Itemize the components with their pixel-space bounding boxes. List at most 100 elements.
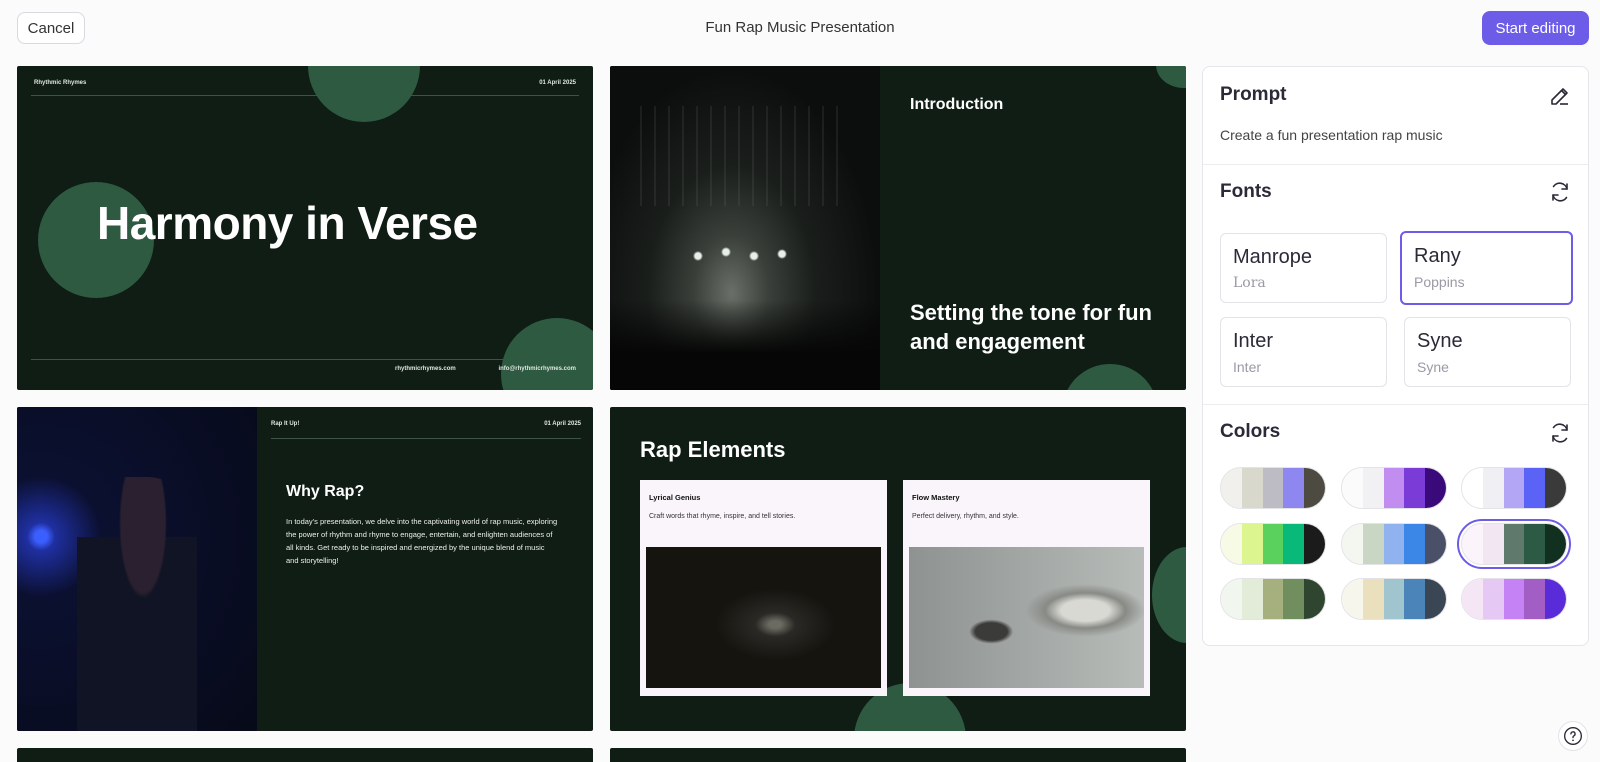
concert-photo bbox=[610, 66, 880, 390]
color-swatch bbox=[1262, 468, 1284, 508]
color-swatch bbox=[1304, 524, 1325, 564]
slide-subheading: Setting the tone for fun and engagement bbox=[910, 300, 1152, 354]
color-swatch bbox=[1342, 524, 1363, 564]
prompt-text: Create a fun presentation rap music bbox=[1220, 127, 1443, 143]
color-swatch bbox=[1241, 468, 1263, 508]
font-heading-name: Syne bbox=[1417, 330, 1463, 352]
color-swatch bbox=[1404, 468, 1426, 508]
font-option-rany[interactable]: Rany Poppins bbox=[1400, 231, 1573, 305]
color-palette-option[interactable] bbox=[1220, 523, 1326, 565]
color-swatch bbox=[1362, 579, 1384, 619]
color-swatch bbox=[1462, 524, 1483, 564]
decorative-circle bbox=[501, 318, 593, 390]
color-swatch bbox=[1482, 468, 1504, 508]
rapper-photo bbox=[17, 407, 257, 731]
color-swatch bbox=[1545, 524, 1566, 564]
color-swatch bbox=[1425, 468, 1446, 508]
color-palette-option[interactable] bbox=[1220, 578, 1326, 620]
color-palette-option[interactable] bbox=[1341, 467, 1447, 509]
card-description: Craft words that rhyme, inspire, and tel… bbox=[649, 513, 796, 520]
decorative-circle bbox=[308, 66, 420, 122]
decorative-circle bbox=[1152, 547, 1186, 643]
color-swatch bbox=[1462, 468, 1483, 508]
slide-2-thumbnail[interactable]: Introduction Setting the tone for fun an… bbox=[610, 66, 1186, 390]
color-swatch bbox=[1241, 579, 1263, 619]
colors-heading: Colors bbox=[1220, 421, 1281, 442]
color-swatch bbox=[1482, 579, 1504, 619]
slide-email: info@rhythmicrhymes.com bbox=[498, 366, 576, 372]
color-swatch bbox=[1262, 579, 1284, 619]
slide-tag: Rap It Up! bbox=[271, 421, 300, 427]
color-swatch bbox=[1524, 468, 1546, 508]
slides-grid: Rhythmic Rhymes 01 April 2025 Harmony in… bbox=[0, 0, 1200, 762]
font-option-syne[interactable]: Syne Syne bbox=[1404, 317, 1571, 387]
color-swatch bbox=[1462, 579, 1483, 619]
element-card: Lyrical Genius Craft words that rhyme, i… bbox=[640, 480, 887, 696]
color-swatch bbox=[1283, 579, 1305, 619]
color-swatch bbox=[1362, 524, 1384, 564]
divider bbox=[1203, 404, 1588, 405]
font-option-manrope[interactable]: Manrope Lora bbox=[1220, 233, 1387, 303]
color-swatch bbox=[1545, 468, 1566, 508]
font-heading-name: Manrope bbox=[1233, 246, 1312, 268]
color-swatch bbox=[1221, 524, 1242, 564]
element-card: Flow Mastery Perfect delivery, rhythm, a… bbox=[903, 480, 1150, 696]
slide-date: 01 April 2025 bbox=[544, 421, 581, 427]
slide-title: Rap Elements bbox=[640, 437, 786, 462]
font-option-inter[interactable]: Inter Inter bbox=[1220, 317, 1387, 387]
divider bbox=[31, 95, 579, 96]
slide-heading: Introduction bbox=[910, 96, 1004, 113]
divider bbox=[271, 438, 581, 439]
slide-website: rhythmicrhymes.com bbox=[395, 366, 456, 372]
card-description: Perfect delivery, rhythm, and style. bbox=[912, 513, 1019, 520]
card-title: Lyrical Genius bbox=[649, 493, 701, 502]
font-heading-name: Inter bbox=[1233, 330, 1274, 352]
slide-3-thumbnail[interactable]: Rap It Up! 01 April 2025 Why Rap? In tod… bbox=[17, 407, 593, 731]
color-swatch bbox=[1304, 579, 1325, 619]
help-button[interactable] bbox=[1558, 721, 1588, 751]
slide-title: Why Rap? bbox=[286, 483, 365, 500]
slide-6-thumbnail[interactable] bbox=[610, 748, 1186, 762]
color-palette-option[interactable] bbox=[1461, 578, 1567, 620]
color-swatch bbox=[1425, 524, 1446, 564]
font-body-name: Poppins bbox=[1414, 274, 1465, 290]
divider bbox=[1203, 164, 1588, 165]
help-icon bbox=[1564, 727, 1582, 745]
refresh-icon[interactable] bbox=[1548, 421, 1572, 445]
color-swatch bbox=[1283, 524, 1305, 564]
decorative-circle bbox=[1062, 364, 1158, 390]
refresh-icon[interactable] bbox=[1548, 180, 1572, 204]
color-swatch bbox=[1262, 524, 1284, 564]
slide-1-thumbnail[interactable]: Rhythmic Rhymes 01 April 2025 Harmony in… bbox=[17, 66, 593, 390]
color-swatch bbox=[1342, 579, 1363, 619]
slide-5-thumbnail[interactable] bbox=[17, 748, 593, 762]
color-swatch bbox=[1425, 579, 1446, 619]
color-swatch bbox=[1241, 524, 1263, 564]
color-palette-option[interactable] bbox=[1461, 467, 1567, 509]
singer-photo bbox=[909, 547, 1144, 688]
font-body-name: Lora bbox=[1233, 275, 1266, 291]
color-swatch bbox=[1503, 468, 1525, 508]
color-palette-option[interactable] bbox=[1341, 578, 1447, 620]
start-editing-button[interactable]: Start editing bbox=[1482, 11, 1589, 45]
slide-title: Harmony in Verse bbox=[97, 197, 478, 249]
pencil-icon[interactable] bbox=[1548, 84, 1572, 108]
font-body-name: Syne bbox=[1417, 359, 1449, 375]
color-swatch bbox=[1304, 468, 1325, 508]
color-swatch bbox=[1404, 524, 1426, 564]
color-swatch bbox=[1221, 468, 1242, 508]
color-palette-option[interactable] bbox=[1341, 523, 1447, 565]
color-swatch bbox=[1545, 579, 1566, 619]
color-swatch bbox=[1383, 468, 1405, 508]
decorative-circle bbox=[1156, 66, 1186, 88]
prompt-heading: Prompt bbox=[1220, 84, 1287, 105]
color-swatch bbox=[1362, 468, 1384, 508]
slide-date: 01 April 2025 bbox=[539, 80, 576, 86]
color-swatch bbox=[1524, 524, 1546, 564]
color-palette-option[interactable] bbox=[1220, 467, 1326, 509]
color-palette-option[interactable] bbox=[1457, 519, 1571, 569]
microphone-photo bbox=[646, 547, 881, 688]
slide-4-thumbnail[interactable]: Rap Elements Lyrical Genius Craft words … bbox=[610, 407, 1186, 731]
font-heading-name: Rany bbox=[1414, 245, 1461, 267]
color-swatch bbox=[1221, 579, 1242, 619]
